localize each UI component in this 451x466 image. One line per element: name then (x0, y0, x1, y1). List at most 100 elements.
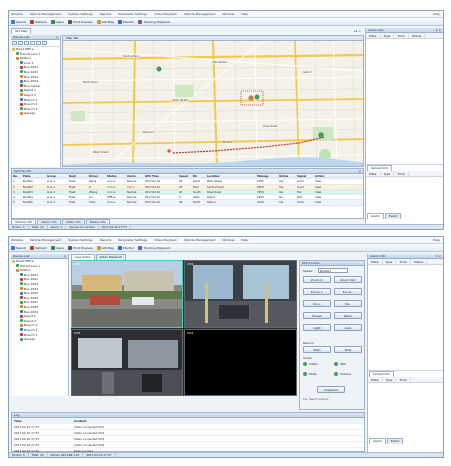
toolbar-button[interactable]: Monitor (118, 19, 134, 24)
column-header[interactable]: Plate (366, 33, 381, 38)
toolbar-button[interactable]: Tracking Playback (138, 19, 170, 24)
column-header[interactable]: Signal (296, 174, 314, 178)
zoom-out-icon[interactable] (18, 41, 23, 45)
video-channel-2[interactable]: CH2 (184, 260, 297, 328)
menu-item[interactable]: Vehicle Management (184, 12, 215, 16)
menu-item[interactable]: System Settings (68, 238, 92, 242)
ptz-button[interactable]: Auto (334, 324, 362, 331)
vehicle-select[interactable]: Bus001 (318, 268, 348, 273)
column-header[interactable]: Type (381, 171, 395, 176)
audio-option[interactable]: Volume (334, 372, 351, 376)
column-header[interactable]: Dir (192, 174, 206, 178)
column-header[interactable]: Driver (88, 174, 106, 178)
menu-item[interactable]: Parameter Settings (118, 12, 147, 16)
close-icon[interactable]: × (63, 254, 66, 259)
menu-item[interactable]: System Settings (68, 12, 92, 16)
ptz-button[interactable]: Wiper (334, 312, 362, 319)
map-tab[interactable]: Map Tab (66, 36, 78, 40)
tab-scroll-arrows[interactable]: ◂ ▸ × (354, 28, 361, 34)
column-header[interactable]: Plate (22, 174, 46, 178)
menu-item[interactable]: Vehicle Management (184, 238, 215, 242)
ptz-button[interactable]: Zoom Out (334, 276, 362, 283)
menu-item[interactable]: Window (11, 238, 23, 242)
close-icon[interactable]: ▾ × (436, 254, 441, 259)
column-header[interactable]: Time (12, 418, 72, 423)
tree-item[interactable]: Garage (12, 111, 60, 116)
column-header[interactable]: Group (46, 174, 68, 178)
panel-tab[interactable]: Event (386, 438, 404, 444)
menu-item[interactable]: Vehicle Management (30, 12, 61, 16)
column-header[interactable]: Type (383, 377, 397, 382)
record-stop-button[interactable]: Stop (334, 346, 362, 353)
column-header[interactable]: Plate (368, 377, 383, 382)
toolbar-button[interactable]: GIS Map (96, 19, 114, 24)
ptz-button[interactable]: Iris + (303, 300, 331, 307)
column-header[interactable]: Type (383, 259, 397, 264)
toolbar-button[interactable]: Monitor (118, 245, 134, 250)
record-start-button[interactable]: Start (303, 346, 331, 353)
ptz-button[interactable]: Iris - (334, 300, 362, 307)
menu-item[interactable]: Video Playback (154, 238, 177, 242)
video-channel-1[interactable]: CH1 (71, 260, 183, 328)
menu-item[interactable]: Parameter Settings (118, 238, 147, 242)
audio-option[interactable]: Listen (303, 362, 318, 366)
column-header[interactable]: Speed (178, 174, 192, 178)
toolbar-button[interactable]: Users (50, 245, 64, 250)
menu-item[interactable]: Help (241, 238, 248, 242)
close-icon[interactable]: × (55, 35, 58, 40)
pan-icon[interactable] (24, 41, 29, 45)
audio-option[interactable]: Mute (303, 372, 317, 376)
menu-item[interactable]: Window (222, 238, 234, 242)
close-icon[interactable]: × (358, 169, 361, 174)
toolbar-button[interactable]: Refresh (30, 245, 47, 250)
column-header[interactable]: Plate (366, 171, 381, 176)
help-menu[interactable]: Help (433, 12, 440, 16)
table-row[interactable]: 5 Bus005 Line 3 Fleet Chen Online Normal 2017-0… (12, 200, 363, 206)
column-header[interactable]: Location (206, 174, 256, 178)
select-icon[interactable] (36, 41, 41, 45)
column-header[interactable]: Time (396, 259, 411, 264)
panel-tab[interactable]: Event (384, 213, 402, 219)
ptz-button[interactable]: Preset (303, 312, 331, 319)
toolbar-button[interactable]: Search (11, 19, 26, 24)
toolbar-button[interactable]: GIS Map (96, 245, 114, 250)
toolbar-button[interactable]: Print Preview (68, 245, 93, 250)
menu-item[interactable]: Window (222, 12, 234, 16)
menu-item[interactable]: Vehicle Management (30, 238, 61, 242)
ptz-button[interactable]: Focus + (303, 288, 331, 295)
snapshot-button[interactable]: Snapshot (317, 386, 345, 393)
video-channel-3[interactable]: CH3 (71, 329, 183, 396)
menu-item[interactable]: Help (241, 12, 248, 16)
gis-map[interactable]: Map Tab Central Park Rail Station North … (62, 35, 364, 167)
column-header[interactable]: Dept (68, 174, 88, 178)
toolbar-button[interactable]: Tracking Playback (138, 245, 170, 250)
menu-item[interactable]: Video Playback (154, 12, 177, 16)
menu-item[interactable]: Reports (100, 238, 112, 242)
toolbar-button[interactable]: Search (11, 245, 26, 250)
column-header[interactable]: Content (72, 418, 272, 423)
video-channel-4[interactable]: CH4 (184, 329, 297, 396)
ptz-button[interactable]: Light (303, 324, 331, 331)
locate-icon[interactable] (42, 41, 47, 45)
column-header[interactable]: Alarm (126, 174, 144, 178)
column-header[interactable]: Time (396, 377, 411, 382)
column-header[interactable]: Type (381, 33, 395, 38)
panel-tab[interactable]: Alarm (369, 438, 386, 444)
measure-icon[interactable] (30, 41, 35, 45)
toolbar-button[interactable]: Print Preview (68, 19, 93, 24)
column-header[interactable]: Status (409, 33, 426, 38)
column-header[interactable]: Plate (368, 259, 383, 264)
column-header[interactable]: Status (106, 174, 126, 178)
column-header[interactable]: Mileage (256, 174, 278, 178)
tab-gis-map[interactable]: GIS Map (11, 28, 32, 34)
panel-tab[interactable]: Alarm (367, 213, 384, 219)
menu-item[interactable]: Window (11, 12, 23, 16)
help-menu[interactable]: Help (433, 238, 440, 242)
column-header[interactable]: No. (12, 174, 22, 178)
toolbar-button[interactable]: Users (50, 19, 64, 24)
audio-option[interactable]: Talk (334, 362, 346, 366)
zoom-in-icon[interactable] (12, 41, 17, 45)
column-header[interactable]: Time (394, 33, 409, 38)
toolbar-button[interactable]: Refresh (30, 19, 47, 24)
menu-item[interactable]: Reports (100, 12, 112, 16)
